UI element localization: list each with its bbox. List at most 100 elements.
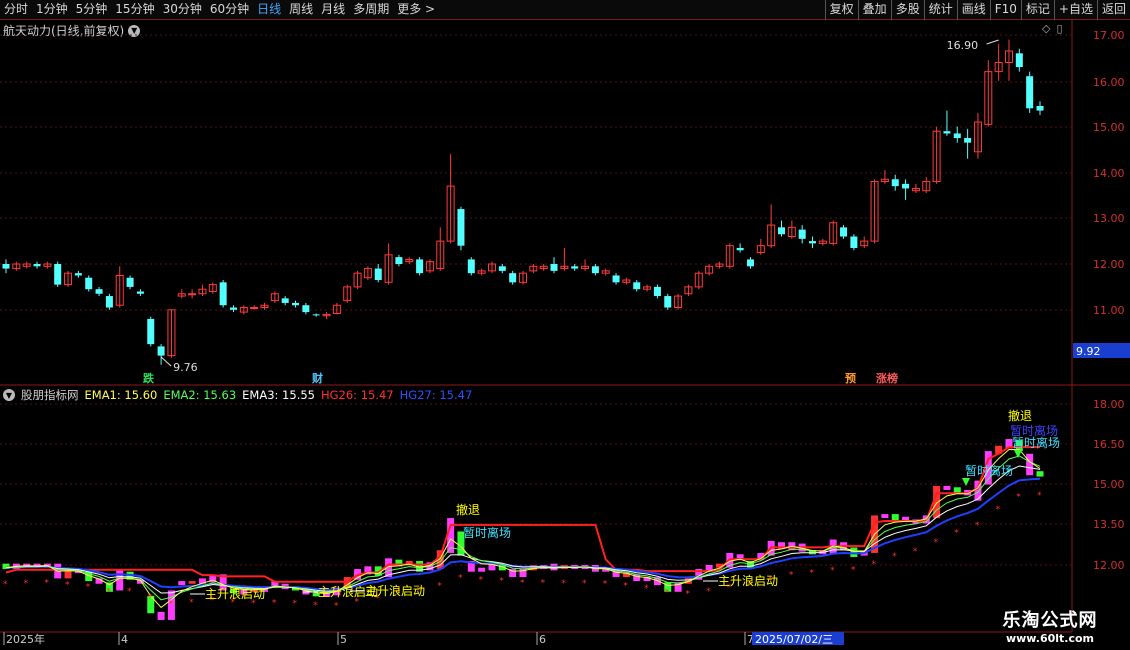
star-dot: * [313,601,318,611]
low-arrow [160,356,172,367]
price-axis-label: 16.00 [1093,76,1125,89]
signal-label: 主升浪启动 [365,583,425,598]
candle-body [105,296,113,308]
star-dot: * [561,579,566,589]
candle-body [591,266,599,274]
candle-body [498,266,506,271]
star-dot: * [3,580,8,590]
watermark-url: www.60lt.com [1005,632,1095,645]
candle-body [292,302,300,306]
star-dot: * [685,589,690,599]
candle-body [33,264,41,267]
candle-body [188,293,197,296]
candle-body [136,291,144,294]
candle-body [571,266,579,269]
indicator-bar [881,514,889,519]
candle-body [416,259,424,274]
watermark: 乐淘公式网 www.60lt.com [975,606,1125,650]
candle-body [2,264,10,269]
candle-body [374,268,382,281]
star-dot: * [437,582,442,592]
candle-body [1036,105,1044,111]
candle-body [219,282,227,306]
star-dot: * [623,582,628,592]
star-dot: * [1016,492,1021,502]
cursor-date: 2025/07/02/三 [755,633,833,646]
candle-body [1015,53,1023,68]
candle-body [302,305,310,313]
indicator-bar [178,581,186,586]
star-dot: * [582,579,587,589]
star-dot: * [458,573,463,583]
candle-body [891,179,899,187]
event-marker: 财 [311,371,323,385]
candle-body [550,264,558,271]
date-label: 5 [340,633,347,646]
candle-body [798,229,806,239]
star-dot: * [106,587,111,597]
candle-body [126,277,134,287]
candle-body [778,227,785,235]
candle-body [281,298,289,303]
price-axis-label: 11.00 [1093,304,1125,317]
down-arrow-icon [962,478,970,486]
candle-body [312,314,320,316]
signal-label: 主升浪启动 [205,586,265,601]
star-dot: * [86,583,91,593]
star-dot: * [665,588,670,598]
candle-body [457,209,465,246]
candle-body [736,247,744,251]
star-dot: * [541,579,546,589]
star-dot: * [872,560,877,570]
candle-body [95,289,103,294]
candle-body [653,286,661,297]
star-dot: * [892,552,897,562]
indicator-axis-label: 15.00 [1093,478,1125,491]
candle-body [250,307,259,310]
candle-body [633,282,641,290]
candle-body [964,138,972,143]
star-dot: * [168,599,173,609]
signal-label: 主升浪启动 [718,573,778,588]
event-marker: 涨榜 [876,371,898,385]
star-dot: * [148,593,153,603]
indicator-bar [891,514,899,521]
indicator-bar [1026,453,1034,476]
star-dot: * [810,569,815,579]
star-dot: * [272,599,277,609]
star-dot: * [499,577,504,587]
indicator-bar [188,581,196,584]
star-dot: * [127,587,132,597]
event-marker: 预 [845,371,856,385]
candle-body [467,259,475,274]
kline-chart[interactable]: 17.00 16.00 15.00 14.00 13.00 12.00 11.00 18.00… [0,0,1130,650]
candle-body [157,346,165,356]
star-dot: * [24,579,29,589]
candle-body [509,273,517,283]
price-axis-label: 14.00 [1093,167,1125,180]
star-dot: * [954,528,959,538]
star-dot: * [830,566,835,576]
indicator-bar [157,611,165,620]
star-dot: * [189,598,194,608]
high-price-label: 16.90 [947,39,979,52]
signal-label: 暂时离场 [965,463,1013,478]
star-dot: * [913,547,918,557]
star-dot: * [644,584,649,594]
star-dot: * [293,599,298,609]
indicator-bar [850,547,858,557]
star-dot: * [1037,491,1042,501]
candle-body [54,264,62,285]
low-price-label: 9.76 [173,361,198,374]
candle-body [943,131,951,134]
candle-body [612,275,620,283]
star-dot: * [706,587,711,597]
candle-body [395,257,403,264]
star-dot: * [44,579,49,589]
star-dot: * [789,570,794,580]
indicator-bar [953,487,961,493]
indicator-axis-label: 18.00 [1093,398,1125,411]
star-dot: * [479,576,484,586]
candle-body [74,273,82,276]
candle-body [664,296,672,308]
